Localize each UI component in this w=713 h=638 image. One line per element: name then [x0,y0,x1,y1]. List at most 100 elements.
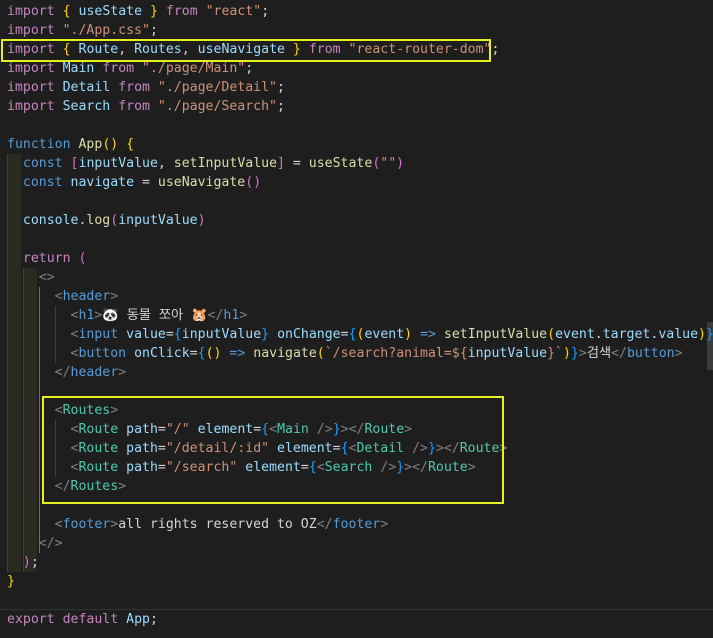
code-token: App [126,612,150,627]
code-editor[interactable]: import { useState } from "react"; import … [0,0,713,638]
code-token: navigate [70,175,135,190]
code-token: { [261,422,270,437]
code-token: Route [78,42,119,57]
code-token: Route [78,460,119,475]
code-token: { [126,137,135,152]
code-token: "/" [165,422,190,437]
code-token: onChange [277,327,341,342]
code-token: event [364,327,405,342]
code-line[interactable]: <Route path="/detail/:id" element={<Deta… [7,439,508,458]
code-line[interactable]: import Detail from "./page/Detail"; [7,78,285,97]
code-token: h1 [78,308,95,323]
code-token: > [239,308,248,323]
code-line[interactable]: console.log(inputValue) [7,211,206,230]
code-token: } [7,574,15,589]
code-line[interactable]: </Routes> [7,477,126,496]
code-token: function [7,137,71,152]
code-line[interactable]: </> [7,534,63,553]
code-token: inputValue [181,327,262,342]
code-token: } [149,4,158,19]
code-token: useNavigate [197,42,285,57]
code-line[interactable]: function App() { [7,135,134,154]
code-line[interactable]: <> [7,268,55,287]
code-token: ; [277,80,285,95]
code-token: onClick [134,346,190,361]
code-token: Search [324,460,373,475]
code-line[interactable]: const [inputValue, setInputValue] = useS… [7,154,404,173]
code-token: `/search?animal=${ [324,346,468,361]
code-line[interactable]: <footer>all rights reserved to OZ</foote… [7,515,389,534]
code-token: = [134,175,158,190]
code-token: export [7,612,55,627]
code-token: Detail [356,441,405,456]
code-line[interactable]: import "./App.css"; [7,21,158,40]
code-line[interactable]: <Routes> [7,401,119,420]
code-line[interactable]: </header> [7,363,126,382]
code-token: "./page/Search" [157,99,277,114]
code-token: => [229,346,246,361]
code-line[interactable]: import { useState } from "react"; [7,2,269,21]
code-line[interactable]: const navigate = useNavigate() [7,173,261,192]
code-line[interactable]: <h1>🐼 동물 쪼아 🐹</h1> [7,306,248,325]
code-token: "react" [205,4,262,19]
code-line[interactable]: <input value={inputValue} onChange={(eve… [7,325,713,344]
code-token: path [126,441,158,456]
code-token: > [110,403,119,418]
code-line[interactable]: return ( [7,249,87,268]
code-token: Search [62,99,111,114]
code-token: console [22,213,79,228]
code-line[interactable]: } [7,572,15,591]
code-token: ; [149,612,158,627]
code-line[interactable]: <Route path="/" element={<Main />}></Rou… [7,420,413,439]
code-token: import [7,42,55,57]
code-line[interactable]: <button onClick={() => navigate(`/search… [7,344,683,363]
code-token: > [674,346,683,361]
code-token: return [22,251,71,266]
code-line[interactable]: import { Route, Routes, useNavigate } fr… [7,40,499,59]
code-line[interactable]: <Route path="/search" element={<Search /… [7,458,476,477]
code-token: = [332,441,341,456]
code-line[interactable]: export default App; [7,610,158,629]
code-token: "" [380,156,397,171]
code-line[interactable]: ); [7,553,39,572]
code-token: Routes [70,479,119,494]
code-token: ; [491,42,500,57]
code-token: ; [245,61,254,76]
code-line[interactable]: import Search from "./page/Search"; [7,97,285,116]
code-token: > [110,289,119,304]
code-token: path [126,422,158,437]
code-token: </ [611,346,627,361]
code-token: ; [277,99,285,114]
code-token: "./page/Detail" [157,80,277,95]
code-token: }` [547,346,563,361]
code-token: path [126,460,158,475]
code-line[interactable]: <header> [7,287,119,306]
code-line[interactable]: import Main from "./page/Main"; [7,59,253,78]
code-token: useNavigate [157,175,246,190]
code-token: Route [459,441,500,456]
code-token: Route [78,441,119,456]
code-token: import [7,4,55,19]
code-token: </> [38,536,63,551]
